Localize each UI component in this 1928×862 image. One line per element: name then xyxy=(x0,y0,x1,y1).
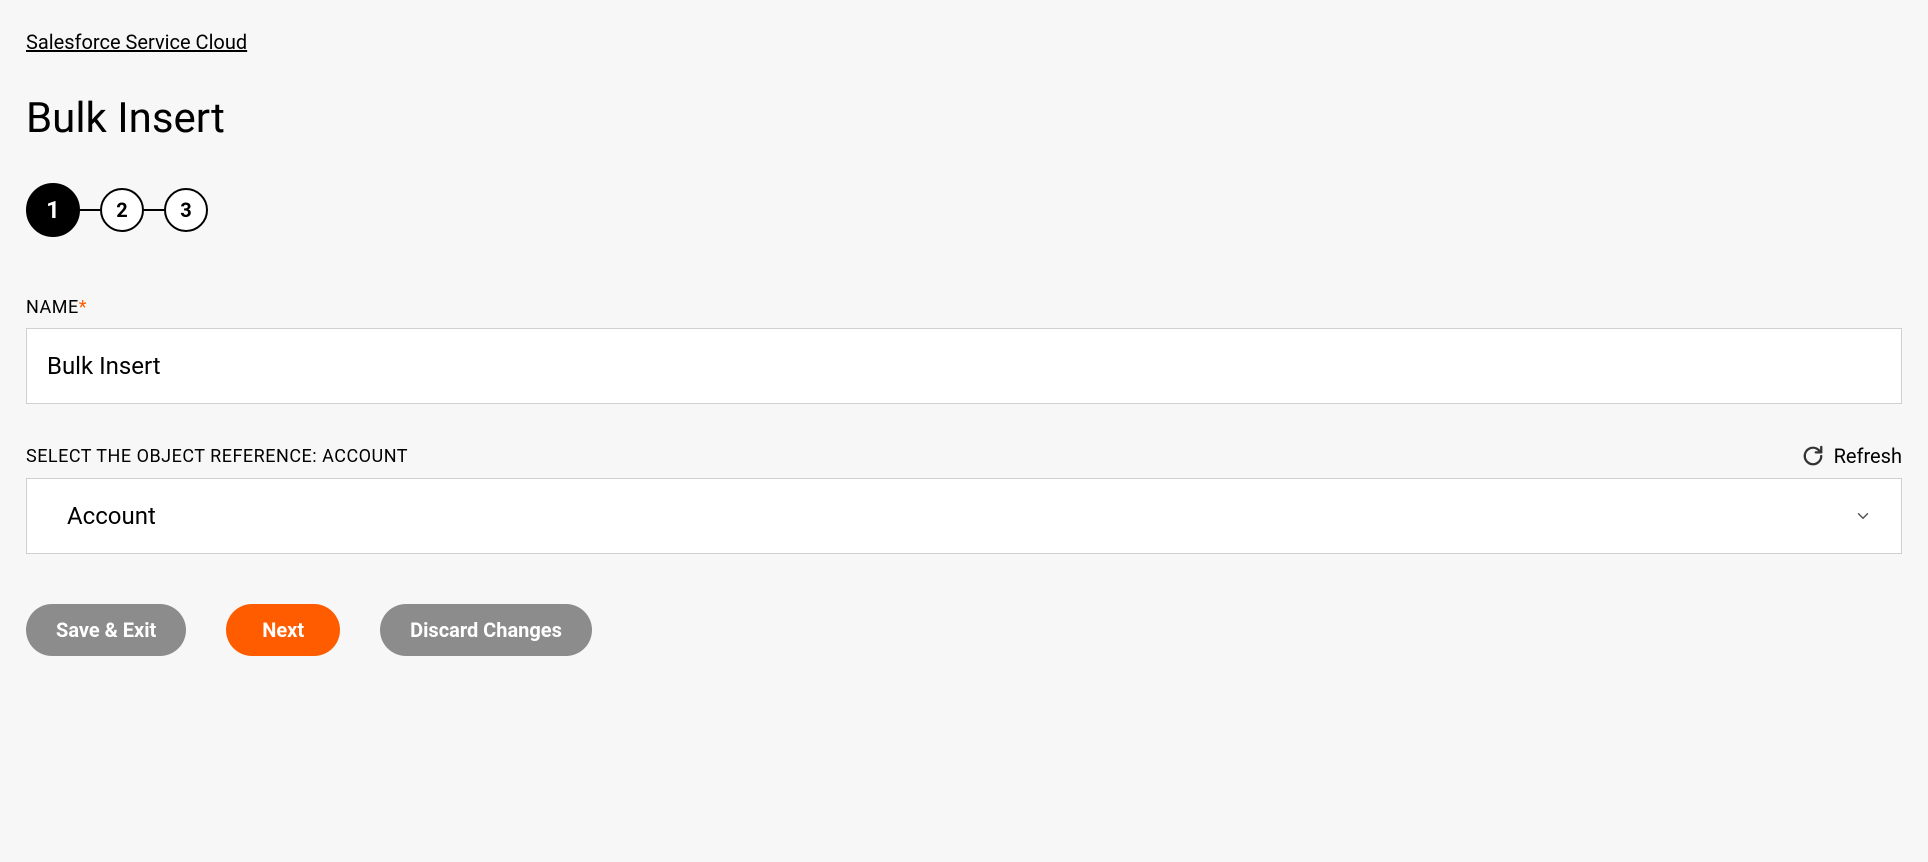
next-button[interactable]: Next xyxy=(226,604,340,656)
name-label-row: NAME* xyxy=(26,297,1902,318)
breadcrumb-link[interactable]: Salesforce Service Cloud xyxy=(26,30,247,54)
required-indicator: * xyxy=(79,297,87,318)
refresh-label: Refresh xyxy=(1834,444,1902,468)
object-ref-label: SELECT THE OBJECT REFERENCE: ACCOUNT xyxy=(26,446,408,467)
refresh-icon xyxy=(1802,445,1824,467)
button-row: Save & Exit Next Discard Changes xyxy=(26,604,1902,656)
object-ref-value: Account xyxy=(67,502,156,530)
stepper: 1 2 3 xyxy=(26,183,1902,237)
name-label: NAME xyxy=(26,297,79,318)
refresh-button[interactable]: Refresh xyxy=(1802,444,1902,468)
object-ref-select-wrapper: Account xyxy=(26,478,1902,554)
step-connector xyxy=(144,209,164,211)
name-input[interactable] xyxy=(26,328,1902,404)
discard-button[interactable]: Discard Changes xyxy=(380,604,592,656)
step-3[interactable]: 3 xyxy=(164,188,208,232)
step-connector xyxy=(80,209,100,211)
page-title: Bulk Insert xyxy=(26,94,1902,143)
step-1[interactable]: 1 xyxy=(26,183,80,237)
object-ref-select[interactable]: Account xyxy=(26,478,1902,554)
save-exit-button[interactable]: Save & Exit xyxy=(26,604,186,656)
object-ref-label-row: SELECT THE OBJECT REFERENCE: ACCOUNT Ref… xyxy=(26,444,1902,468)
step-2[interactable]: 2 xyxy=(100,188,144,232)
